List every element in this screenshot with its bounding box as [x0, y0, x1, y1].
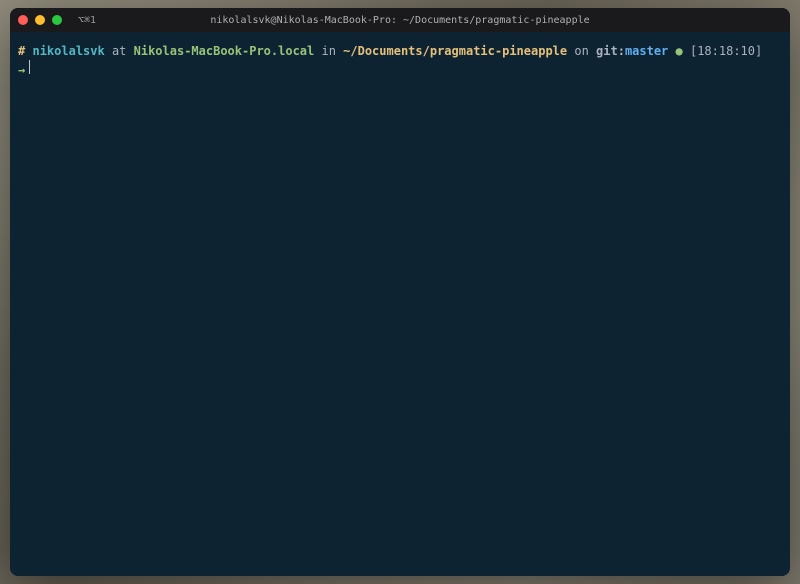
prompt-host: Nikolas-MacBook-Pro.local: [134, 42, 315, 60]
prompt-on: on: [567, 42, 596, 60]
zoom-icon[interactable]: [52, 15, 62, 25]
prompt-time: [18:18:10]: [690, 42, 762, 60]
minimize-icon[interactable]: [35, 15, 45, 25]
prompt-at: at: [105, 42, 134, 60]
traffic-lights: [18, 15, 62, 25]
tab-shortcut-label: ⌥⌘1: [78, 15, 96, 26]
prompt-line: # nikolalsvk at Nikolas-MacBook-Pro.loca…: [18, 42, 782, 60]
window-title: nikolalsvk@Nikolas-MacBook-Pro: ~/Docume…: [210, 15, 589, 26]
prompt-status-dot-icon: ●: [668, 42, 690, 60]
prompt-in: in: [314, 42, 343, 60]
prompt-git-label: git:: [596, 42, 625, 60]
close-icon[interactable]: [18, 15, 28, 25]
prompt-branch: master: [625, 42, 668, 60]
input-line[interactable]: →: [18, 60, 782, 79]
titlebar: ⌥⌘1 nikolalsvk@Nikolas-MacBook-Pro: ~/Do…: [10, 8, 790, 32]
prompt-user: nikolalsvk: [32, 42, 104, 60]
terminal-body[interactable]: # nikolalsvk at Nikolas-MacBook-Pro.loca…: [10, 32, 790, 576]
prompt-arrow-icon: →: [18, 61, 25, 79]
cursor-icon: [29, 60, 30, 74]
terminal-window: ⌥⌘1 nikolalsvk@Nikolas-MacBook-Pro: ~/Do…: [10, 8, 790, 576]
prompt-hash: #: [18, 42, 25, 60]
prompt-path: ~/Documents/pragmatic-pineapple: [343, 42, 567, 60]
